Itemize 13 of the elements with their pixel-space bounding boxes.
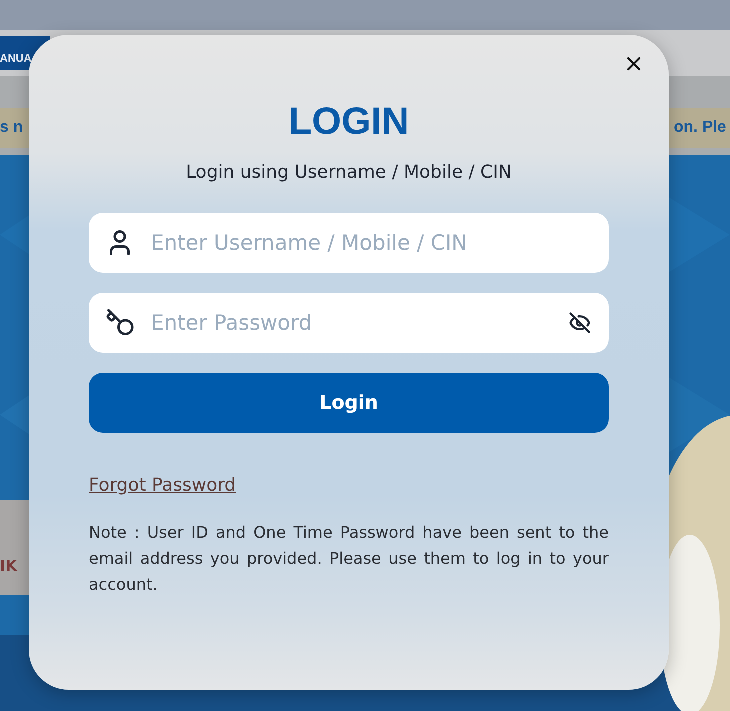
- password-field[interactable]: Enter Password: [89, 293, 609, 353]
- card-text: IK: [0, 557, 18, 575]
- dialog-subtitle: Login using Username / Mobile / CIN: [186, 162, 512, 183]
- key-icon: [105, 308, 135, 338]
- username-field[interactable]: Enter Username / Mobile / CIN: [89, 213, 609, 273]
- forgot-password-link[interactable]: Forgot Password: [89, 475, 236, 496]
- notice-text: s n: [0, 119, 24, 137]
- eye-off-icon: [569, 312, 591, 334]
- dialog-title: LOGIN: [288, 101, 410, 144]
- login-button[interactable]: Login: [89, 373, 609, 433]
- note-text: Note : User ID and One Time Password have been sent to the email address you provided. Please use them to log in to your account.: [89, 522, 609, 596]
- notice-text: on. Ple: [674, 119, 728, 137]
- visibility-toggle[interactable]: [569, 312, 591, 334]
